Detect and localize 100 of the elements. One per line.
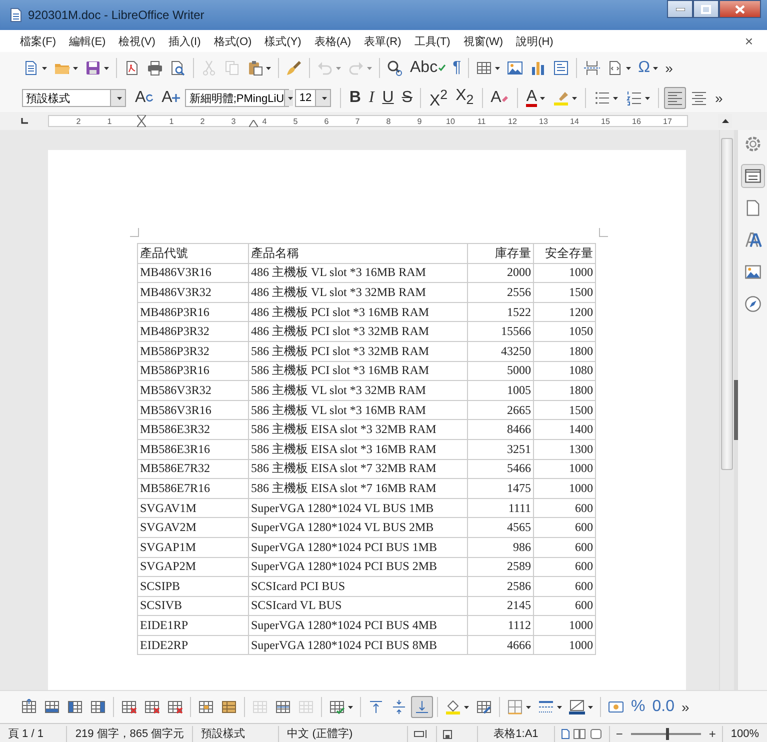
scissors-icon (201, 60, 217, 76)
table-cell: SVGAP1M (138, 537, 248, 557)
menu-item[interactable]: 格式(O) (214, 34, 252, 48)
table-cell: 4666 (468, 635, 534, 655)
more-button[interactable]: » (662, 56, 676, 80)
table-cell: 586 主機板 VL slot *3 16MB RAM (248, 400, 468, 420)
font-color-button[interactable]: A (523, 86, 548, 110)
update-style-button[interactable]: A (132, 86, 157, 110)
table-cell: MB586V3R16 (138, 400, 248, 420)
table-delete-icon (167, 699, 183, 715)
tab-stop-icon[interactable] (20, 118, 28, 124)
close-button[interactable] (719, 0, 761, 18)
table-split-table-icon (298, 699, 314, 715)
caret-icon (117, 96, 122, 100)
toolbar-button[interactable]: 0.0 (649, 695, 678, 719)
table-cell: 1050 (534, 322, 596, 342)
table-cell: 4565 (468, 518, 534, 538)
ruler-number: 10 (446, 116, 455, 126)
menu-item[interactable]: 視窗(W) (463, 34, 504, 48)
italic-button[interactable]: I (366, 86, 378, 110)
pdf-document-icon (124, 60, 140, 76)
minimize-button[interactable] (667, 0, 693, 18)
table-cell: 600 (534, 576, 596, 596)
maximize-button[interactable] (693, 0, 719, 18)
ruler-number: 17 (663, 116, 672, 126)
spellcheck-button[interactable]: Abc (407, 56, 449, 80)
sidebar-handle[interactable] (734, 380, 738, 440)
toolbar-button[interactable]: % (628, 695, 648, 719)
zoom-level[interactable]: 100% (722, 726, 767, 742)
menu-item[interactable]: 表格(A) (314, 34, 352, 48)
zoom-in-button[interactable]: + (708, 727, 716, 741)
table-cell: 2556 (468, 282, 534, 302)
zoom-out-button[interactable]: − (616, 727, 623, 741)
undo-icon (317, 60, 333, 76)
table-cell: 486 主機板 VL slot *3 32MB RAM (248, 282, 468, 302)
table-split-icon (275, 699, 291, 715)
language[interactable]: 中文 (正體字) (279, 726, 408, 742)
align-bottom-button[interactable] (411, 696, 433, 718)
menu-item[interactable]: 檢視(V) (118, 34, 156, 48)
ruler-number: 7 (355, 116, 360, 126)
close-document-button[interactable]: × (744, 33, 753, 49)
align-left-button[interactable] (664, 87, 686, 109)
table-cell: 1200 (534, 302, 596, 322)
ruler-number: 1 (107, 116, 112, 126)
menu-item[interactable]: 檔案(F) (20, 34, 56, 48)
table-cell: 600 (534, 537, 596, 557)
underline-button[interactable]: U (379, 86, 397, 110)
properties-tab[interactable] (740, 164, 765, 188)
menu-item[interactable]: 工具(T) (414, 34, 450, 48)
image-icon (744, 263, 762, 281)
table-cell: MB586E7R32 (138, 459, 248, 479)
table-cell: 600 (534, 518, 596, 538)
border-color-icon (569, 699, 585, 715)
table-cell: 1112 (468, 616, 534, 636)
clear-formatting-button[interactable]: A (488, 86, 512, 110)
table-column-after-icon (90, 699, 106, 715)
styles-icon (744, 231, 762, 249)
font-size-field[interactable]: 12 (295, 89, 332, 107)
tab-marker[interactable] (249, 120, 258, 127)
more-button[interactable]: » (678, 695, 692, 719)
table-cell: 43250 (468, 341, 534, 362)
table-cell: MB486V3R16 (138, 263, 248, 283)
toolbar-button[interactable]: Ω (635, 56, 662, 80)
table-cell: 1800 (534, 341, 596, 362)
align-middle-icon (391, 699, 407, 715)
strikethrough-button[interactable]: S (398, 86, 416, 110)
new-style-button[interactable]: A (158, 86, 184, 110)
page-break-icon (584, 60, 600, 76)
table-cell: 586 主機板 EISA slot *3 32MB RAM (248, 420, 468, 440)
plus-icon (172, 94, 180, 102)
bold-button[interactable]: B (346, 86, 364, 110)
page-style[interactable]: 預設樣式 (193, 726, 280, 742)
copy-icon (224, 60, 240, 76)
table-cell: MB586E7R16 (138, 478, 248, 498)
ruler[interactable]: 2 1 1 2 3 4 5 6 7 8 9 10 11 12 13 14 15 16 17 (48, 115, 688, 127)
paragraph-style-field[interactable]: 預設樣式 (22, 89, 126, 107)
table-cell: 1522 (468, 302, 534, 322)
menu-item[interactable]: 表單(R) (364, 34, 402, 48)
table-cell: MB586V3R32 (138, 380, 248, 400)
line-style-icon (538, 699, 554, 715)
indent-marker[interactable] (137, 115, 146, 127)
table-cell: 1300 (534, 439, 596, 460)
toolbar-button[interactable]: ¶ (450, 56, 464, 80)
scroll-up-icon[interactable] (722, 119, 728, 123)
column-header: 產品名稱 (248, 244, 468, 264)
menu-item[interactable]: 編輯(E) (69, 34, 106, 48)
more-button[interactable]: » (712, 86, 726, 110)
menu-item[interactable]: 插入(I) (168, 34, 201, 48)
table-cell: 1005 (468, 380, 534, 400)
table-cell: 586 主機板 VL slot *3 32MB RAM (248, 380, 468, 400)
scrollbar-thumb[interactable] (721, 138, 734, 470)
menu-item[interactable]: 說明(H) (516, 34, 554, 48)
menu-item[interactable]: 樣式(Y) (264, 34, 302, 48)
table-cell: 586 主機板 EISA slot *7 16MB RAM (248, 478, 468, 498)
script-button[interactable]: X$^{2}$ (426, 82, 451, 114)
column-header: 安全存量 (534, 244, 596, 264)
view-layout-icon[interactable] (560, 729, 603, 739)
table-cell: 1000 (534, 263, 596, 283)
script-button[interactable]: X$_{2}$ (452, 84, 477, 112)
table-cell: SuperVGA 1280*1024 PCI BUS 8MB (248, 635, 468, 655)
